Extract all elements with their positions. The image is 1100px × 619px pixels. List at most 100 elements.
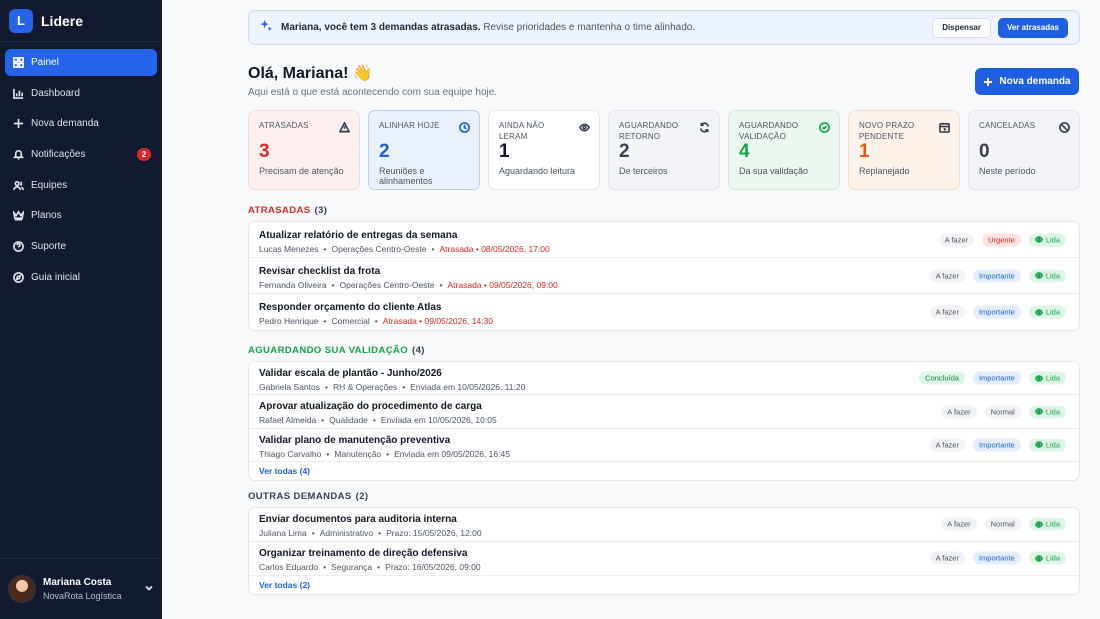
brand-logo: L bbox=[9, 8, 33, 33]
table-row[interactable]: Organizar treinamento de direção defensi… bbox=[249, 542, 1079, 576]
table-row[interactable]: Validar escala de plantão - Junho/2026 Ga… bbox=[249, 362, 1079, 396]
row-person: Pedro Henrique bbox=[259, 316, 319, 326]
banner-bold: Mariana, você tem 3 demandas atrasadas. bbox=[281, 22, 481, 33]
card-canceladas[interactable]: CANCELADAS 0 Neste período bbox=[968, 110, 1080, 190]
meta-separator: • bbox=[378, 528, 382, 538]
chevron-down-icon[interactable] bbox=[144, 580, 154, 598]
card-aguardando-validacao[interactable]: AGUARDANDO VALIDAÇÃO 4 Da sua validação bbox=[728, 110, 840, 190]
badge-label: Lida bbox=[1045, 407, 1060, 417]
table-row[interactable]: Enviar documentos para auditoria interna… bbox=[249, 508, 1079, 542]
card-aguardando-retorno[interactable]: AGUARDANDO RETORNO 2 De terceiros bbox=[608, 110, 720, 190]
table-row[interactable]: Validar plano de manutenção preventiva Th… bbox=[249, 429, 1079, 463]
sidebar-item-guia-inicial[interactable]: Guia inicial bbox=[5, 264, 157, 291]
badge-label: A fazer bbox=[935, 271, 959, 280]
badge-label: Lida bbox=[1045, 307, 1060, 317]
status-badge: Lida bbox=[1028, 517, 1066, 531]
badge-label: Importante bbox=[978, 440, 1015, 450]
card-value: 0 bbox=[979, 141, 990, 162]
status-badge: Normal bbox=[984, 517, 1021, 531]
sidebar-item-suporte[interactable]: Suporte bbox=[5, 233, 157, 260]
see-all-link[interactable]: Ver todas (2) bbox=[249, 576, 1079, 594]
section-count: (3) bbox=[314, 205, 328, 216]
user-info: Mariana Costa NovaRota Logística bbox=[43, 577, 144, 601]
crown-icon bbox=[11, 209, 25, 223]
notification-badge: 2 bbox=[137, 148, 151, 162]
status-badge: Importante bbox=[972, 438, 1021, 452]
meta-separator: • bbox=[372, 415, 376, 426]
table-row[interactable]: Revisar checklist da frota Fernanda Olive… bbox=[249, 258, 1079, 294]
card-alinhar-hoje[interactable]: ALINHAR HOJE 2 Reuniões e alinhamentos bbox=[368, 110, 480, 190]
greeting: Olá, Mariana! 👋 Aqui está o que está aco… bbox=[248, 63, 497, 98]
main-content: Mariana, você tem 3 demandas atrasadas. … bbox=[162, 0, 1100, 619]
row-status: Atrasada • 08/05/2026, 17:00 bbox=[439, 244, 550, 254]
badge-label: Importante bbox=[978, 271, 1015, 280]
sidebar-item-label: Planos bbox=[31, 210, 62, 222]
row-team: Operações Centro-Oeste bbox=[331, 244, 427, 254]
eye-icon bbox=[1034, 308, 1043, 316]
row-person: Gabriela Santos bbox=[259, 382, 320, 392]
card-value: 3 bbox=[259, 141, 270, 162]
sidebar-item-notificacoes[interactable]: Notificações 2 bbox=[5, 141, 157, 168]
status-badge: Lida bbox=[1028, 371, 1066, 385]
row-team: Qualidade bbox=[329, 415, 368, 426]
table-row[interactable]: Aprovar atualização do procedimento de c… bbox=[249, 395, 1079, 429]
status-badge: Lida bbox=[1028, 269, 1066, 282]
sidebar-item-dashboard[interactable]: Dashboard bbox=[5, 80, 157, 107]
meta-separator: • bbox=[321, 415, 325, 426]
sidebar-item-equipes[interactable]: Equipes bbox=[5, 172, 157, 199]
table-row[interactable]: Atualizar relatório de entregas da seman… bbox=[249, 222, 1079, 258]
row-status: Prazo: 16/05/2026, 09:00 bbox=[385, 561, 481, 572]
sidebar-item-label: Notificações bbox=[31, 149, 86, 161]
row-team: Comercial bbox=[331, 316, 370, 326]
brand-name: Lidere bbox=[41, 12, 84, 29]
sidebar-item-painel[interactable]: Painel bbox=[5, 49, 157, 76]
sidebar-item-label: Guia inicial bbox=[31, 271, 80, 283]
row-tags: A fazer Normal Lida bbox=[941, 517, 1066, 531]
sidebar-item-nova-demanda[interactable]: Nova demanda bbox=[5, 110, 157, 137]
card-sub: Neste período bbox=[979, 166, 1036, 176]
view-late-button[interactable]: Ver atrasadas bbox=[997, 17, 1068, 38]
sidebar-nav: Painel Dashboard Nova demanda Notificaçõ… bbox=[0, 42, 162, 302]
card-atrasadas[interactable]: ATRASADAS 3 Precisam de atenção bbox=[248, 110, 360, 190]
eye-icon bbox=[1034, 408, 1043, 415]
bar-chart-icon bbox=[11, 86, 25, 100]
row-person: Thiago Carvalho bbox=[259, 448, 322, 459]
see-all-link[interactable]: Ver todas (4) bbox=[249, 462, 1079, 480]
row-tags: A fazer Importante Lida bbox=[929, 551, 1066, 565]
badge-label: Lida bbox=[1045, 553, 1060, 563]
section-title-text: AGUARDANDO SUA VALIDAÇÃO bbox=[248, 345, 409, 356]
meta-separator: • bbox=[323, 316, 327, 326]
user-org: NovaRota Logística bbox=[43, 591, 122, 601]
eye-icon bbox=[1034, 441, 1043, 449]
brand[interactable]: L Lidere bbox=[0, 0, 162, 42]
sidebar-item-planos[interactable]: Planos bbox=[5, 202, 157, 229]
user-menu[interactable]: Mariana Costa NovaRota Logística bbox=[0, 558, 162, 619]
row-team: RH & Operações bbox=[332, 382, 398, 392]
bell-icon bbox=[11, 148, 25, 162]
status-badge: Importante bbox=[972, 269, 1021, 282]
meta-separator: • bbox=[377, 561, 381, 572]
meta-separator: • bbox=[331, 280, 335, 290]
card-value: 4 bbox=[739, 141, 750, 162]
table-row[interactable]: Responder orçamento do cliente Atlas Pedr… bbox=[249, 294, 1079, 330]
row-status: Enviada em 10/05/2026, 11:20 bbox=[410, 382, 526, 392]
section-title-text: OUTRAS DEMANDAS bbox=[248, 491, 352, 502]
card-novo-prazo[interactable]: NOVO PRAZO PENDENTE 1 Replanejado bbox=[848, 110, 960, 190]
eye-icon bbox=[1034, 374, 1043, 382]
card-sub: Replanejado bbox=[859, 166, 910, 176]
banner-actions: Dispensar Ver atrasadas bbox=[932, 17, 1068, 38]
new-demand-button[interactable]: Nova demanda bbox=[975, 68, 1079, 95]
dismiss-button[interactable]: Dispensar bbox=[932, 17, 991, 38]
new-demand-label: Nova demanda bbox=[999, 76, 1071, 87]
status-badge: Lida bbox=[1028, 233, 1066, 246]
badge-label: Importante bbox=[978, 553, 1015, 563]
row-person: Carlos Eduardo bbox=[259, 561, 319, 572]
row-tags: A fazer Importante Lida bbox=[929, 305, 1066, 319]
row-person: Fernanda Oliveira bbox=[259, 280, 327, 290]
card-ainda-nao-leram[interactable]: AINDA NÃO LERAM 1 Aguardando leitura bbox=[488, 110, 600, 190]
section-title-late: ATRASADAS (3) bbox=[248, 205, 327, 216]
section-title-other: OUTRAS DEMANDAS (2) bbox=[248, 491, 368, 502]
status-badge: Concluída bbox=[919, 371, 965, 385]
card-sub: Da sua validação bbox=[739, 166, 809, 176]
section-count: (4) bbox=[412, 345, 425, 356]
